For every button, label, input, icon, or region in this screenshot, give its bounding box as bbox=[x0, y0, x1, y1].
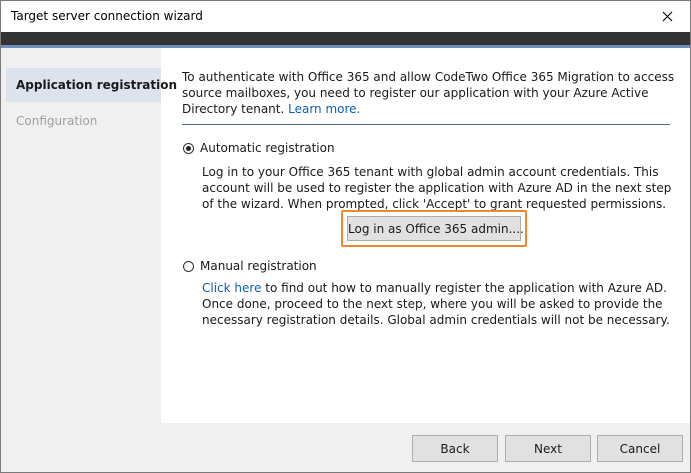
next-button[interactable]: Next bbox=[505, 435, 591, 462]
section-divider bbox=[182, 124, 670, 125]
wizard-window: Target server connection wizard Applicat… bbox=[0, 0, 691, 473]
login-office365-admin-button[interactable]: Log in as Office 365 admin.... bbox=[347, 216, 524, 241]
title-bar: Target server connection wizard bbox=[1, 1, 690, 32]
manual-registration-text: to find out how to manually register the… bbox=[202, 281, 670, 327]
sidebar-item-application-registration[interactable]: Application registration bbox=[6, 68, 177, 102]
wizard-sidebar: Application registration Configuration bbox=[1, 48, 177, 423]
automatic-registration-option[interactable]: Automatic registration bbox=[183, 141, 335, 155]
automatic-registration-label: Automatic registration bbox=[200, 141, 335, 155]
cancel-button[interactable]: Cancel bbox=[597, 435, 683, 462]
intro-text: To authenticate with Office 365 and allo… bbox=[182, 70, 675, 116]
main-content: To authenticate with Office 365 and allo… bbox=[161, 48, 690, 423]
header-banner bbox=[1, 32, 690, 48]
sidebar-item-configuration: Configuration bbox=[16, 114, 98, 128]
back-button[interactable]: Back bbox=[412, 435, 498, 462]
window-title: Target server connection wizard bbox=[11, 9, 203, 23]
intro-paragraph: To authenticate with Office 365 and allo… bbox=[182, 69, 677, 117]
automatic-registration-description: Log in to your Office 365 tenant with gl… bbox=[202, 165, 672, 211]
click-here-link[interactable]: Click here bbox=[202, 281, 261, 295]
close-icon bbox=[662, 11, 672, 22]
manual-registration-description: Click here to find out how to manually r… bbox=[202, 280, 672, 328]
login-button-highlight: Log in as Office 365 admin.... bbox=[341, 210, 527, 247]
wizard-footer: Back Next Cancel bbox=[1, 423, 690, 472]
manual-registration-radio[interactable] bbox=[183, 260, 194, 272]
learn-more-link[interactable]: Learn more. bbox=[288, 102, 360, 116]
automatic-registration-radio[interactable] bbox=[183, 142, 194, 154]
close-button[interactable] bbox=[644, 1, 690, 32]
manual-registration-label: Manual registration bbox=[200, 259, 317, 273]
manual-registration-option[interactable]: Manual registration bbox=[183, 259, 317, 273]
